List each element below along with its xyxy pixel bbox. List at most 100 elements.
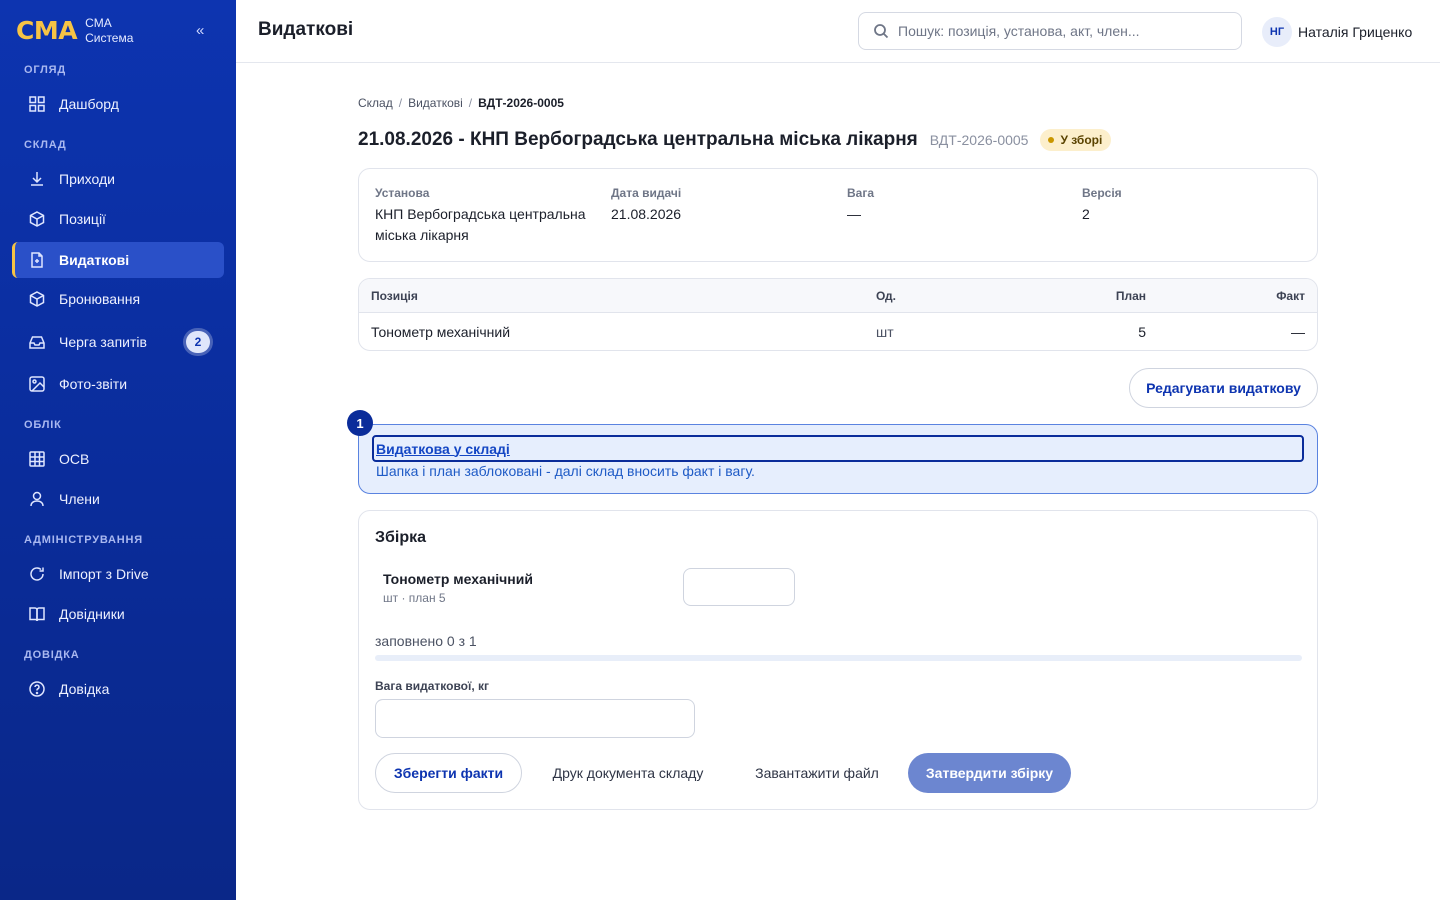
info-version: Версія 2 <box>1082 186 1302 225</box>
info-value: — <box>847 206 861 222</box>
box-icon <box>28 210 46 228</box>
dashboard-icon <box>28 95 46 113</box>
brand-logo: CMA <box>16 16 78 45</box>
notice-title[interactable]: Видаткова у складі <box>372 435 1304 462</box>
sidebar-item-members[interactable]: Члени <box>12 481 224 517</box>
print-document-button[interactable]: Друк документа складу <box>541 753 715 793</box>
info-label: Дата видачі <box>611 186 682 200</box>
page-title: Видаткові <box>258 19 354 40</box>
info-label: Вага <box>847 186 875 200</box>
sidebar-item-label: Імпорт з Drive <box>59 566 149 582</box>
save-facts-button[interactable]: Зберегти факти <box>375 753 522 793</box>
items-table: Позиція Од. План Факт Тонометр механічни… <box>358 278 1318 351</box>
status-label: У зборі <box>1060 133 1103 147</box>
document-icon <box>28 251 46 269</box>
user-icon <box>28 490 46 508</box>
brand-line2: Система <box>85 31 134 45</box>
box-icon <box>28 290 46 308</box>
breadcrumb-current: ВДТ-2026-0005 <box>478 96 564 110</box>
section-title-overview: Огляд <box>24 64 66 76</box>
search-input[interactable] <box>898 23 1218 39</box>
sidebar-item-directories[interactable]: Довідники <box>12 596 224 632</box>
step-marker: 1 <box>347 410 373 436</box>
sidebar-item-label: Приходи <box>59 171 115 187</box>
edit-expense-button[interactable]: Редагувати видаткову <box>1129 368 1318 408</box>
status-dot-icon <box>1048 137 1055 143</box>
column-header-fact: Факт <box>1276 289 1305 303</box>
sidebar-item-label: Видаткові <box>59 252 130 268</box>
info-institution: Установа КНП Вербоградська центральна мі… <box>375 186 595 246</box>
grid-icon <box>28 450 46 468</box>
cell-position: Тонометр механічний <box>371 324 511 340</box>
breadcrumb-expenses[interactable]: Видаткові <box>408 96 463 110</box>
approve-assembly-button[interactable]: Затвердити збірку <box>908 753 1071 793</box>
upload-file-button[interactable]: Завантажити файл <box>743 753 891 793</box>
sidebar-item-request-queue[interactable]: Черга запитів 2 <box>12 324 224 360</box>
column-header-unit: Од. <box>876 289 896 303</box>
breadcrumb-warehouse[interactable]: Склад <box>358 96 393 110</box>
help-icon <box>28 680 46 698</box>
book-icon <box>28 605 46 623</box>
sidebar-item-dashboard[interactable]: Дашборд <box>12 86 224 122</box>
assembly-card: Збірка Тонометр механічний шт · план 5 з… <box>358 510 1318 810</box>
brand-text: CMA Система <box>85 16 133 46</box>
cell-unit: шт <box>876 324 894 340</box>
sidebar-item-positions[interactable]: Позиції <box>12 201 224 237</box>
section-title-administration: Адміністрування <box>24 534 143 546</box>
search-box[interactable] <box>858 12 1242 50</box>
user-name: Наталія Гриценко <box>1298 24 1413 40</box>
download-icon <box>28 170 46 188</box>
assembly-item-name: Тонометр механічний <box>383 571 533 587</box>
section-title-help: Довідка <box>24 649 80 661</box>
inbox-icon <box>28 333 46 351</box>
top-header: Видаткові НГ Наталія Гриценко <box>236 0 1440 63</box>
notice-text: Шапка і план заблоковані - далі склад вн… <box>376 463 755 479</box>
brand[interactable]: CMA CMA Система <box>16 14 133 48</box>
breadcrumb-separator: / <box>398 96 403 110</box>
info-value: 2 <box>1082 206 1090 222</box>
sidebar-item-expenses[interactable]: Видаткові <box>12 242 224 278</box>
section-title-accounting: Облік <box>24 419 62 431</box>
fact-quantity-input[interactable] <box>683 568 795 606</box>
sidebar-item-import-drive[interactable]: Імпорт з Drive <box>12 556 224 592</box>
sidebar-item-booking[interactable]: Бронювання <box>12 281 224 317</box>
section-title-warehouse: Склад <box>24 139 67 151</box>
sidebar-item-label: ОСВ <box>59 451 90 467</box>
sidebar-item-receipts[interactable]: Приходи <box>12 161 224 197</box>
avatar: НГ <box>1262 17 1292 47</box>
sidebar-item-help[interactable]: Довідка <box>12 671 224 707</box>
document-header: 21.08.2026 - КНП Вербоградська центральн… <box>358 129 1112 151</box>
refresh-icon <box>28 565 46 583</box>
table-header: Позиція Од. План Факт <box>359 279 1317 313</box>
info-label: Версія <box>1082 186 1122 200</box>
sidebar-item-label: Дашборд <box>59 96 119 112</box>
breadcrumb-separator: / <box>468 96 473 110</box>
document-title: 21.08.2026 - КНП Вербоградська центральн… <box>358 129 918 150</box>
user-menu[interactable]: НГ Наталія Гриценко <box>1262 17 1412 47</box>
assembly-title: Збірка <box>375 529 427 546</box>
sidebar-item-label: Члени <box>59 491 100 507</box>
sidebar-item-label: Бронювання <box>59 291 141 307</box>
progress-text: заповнено 0 з 1 <box>375 633 477 649</box>
cell-plan: 5 <box>1138 324 1146 340</box>
document-number: ВДТ-2026-0005 <box>929 132 1029 148</box>
sidebar-item-osv[interactable]: ОСВ <box>12 441 224 477</box>
sidebar-item-label: Фото-звіти <box>59 376 128 392</box>
search-icon <box>874 24 889 39</box>
progress-bar <box>375 655 1302 661</box>
request-count-badge: 2 <box>186 331 210 353</box>
sidebar-item-label: Довідка <box>59 681 110 697</box>
info-value: 21.08.2026 <box>611 206 682 222</box>
weight-input[interactable] <box>375 699 695 738</box>
image-icon <box>28 375 46 393</box>
collapse-sidebar-button[interactable]: « <box>196 22 204 39</box>
sidebar-item-label: Черга запитів <box>59 334 147 350</box>
cell-fact: — <box>1291 324 1305 340</box>
status-notice: Видаткова у складі Шапка і план заблоков… <box>358 424 1318 494</box>
info-issue-date: Дата видачі 21.08.2026 <box>611 186 831 225</box>
sidebar-item-photo-reports[interactable]: Фото-звіти <box>12 366 224 402</box>
info-label: Установа <box>375 186 430 200</box>
breadcrumb: Склад / Видаткові / ВДТ-2026-0005 <box>358 96 564 110</box>
sidebar: CMA CMA Система « Огляд Дашборд Склад Пр… <box>0 0 236 900</box>
column-header-plan: План <box>1115 289 1146 303</box>
